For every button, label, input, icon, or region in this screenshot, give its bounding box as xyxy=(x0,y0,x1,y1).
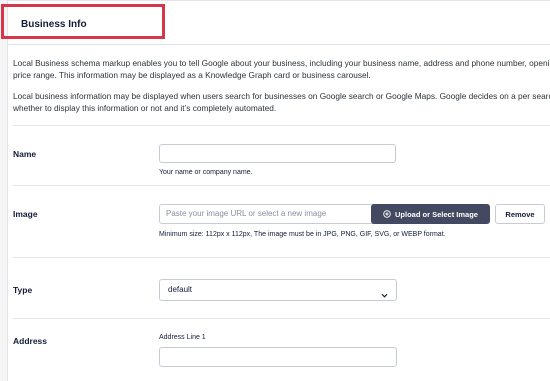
description-line: whether to display this information or n… xyxy=(13,103,277,113)
address-line1-label: Address Line 1 xyxy=(159,334,206,341)
address-label: Address xyxy=(13,336,48,346)
divider xyxy=(13,318,550,319)
plus-circle-icon xyxy=(383,210,391,218)
divider xyxy=(13,125,550,126)
name-label: Name xyxy=(13,149,37,159)
divider xyxy=(13,185,550,186)
description-line: Local Business schema markup enables you… xyxy=(13,58,550,68)
chevron-down-icon xyxy=(381,287,388,298)
type-select-value: default xyxy=(168,285,193,294)
upload-image-button[interactable]: Upload or Select Image xyxy=(371,204,490,224)
image-url-input[interactable]: Paste your image URL or select a new ima… xyxy=(159,204,379,224)
type-select[interactable]: default xyxy=(159,279,397,301)
divider xyxy=(13,257,550,258)
name-help-text: Your name or company name. xyxy=(159,169,253,176)
description-line: Local business information may be displa… xyxy=(13,91,550,101)
type-label: Type xyxy=(13,285,33,295)
upload-button-label: Upload or Select Image xyxy=(395,209,478,219)
name-input[interactable] xyxy=(159,144,396,163)
remove-image-button[interactable]: Remove xyxy=(495,204,545,224)
image-label: Image xyxy=(13,209,38,219)
highlight-annotation xyxy=(1,4,165,39)
address-line1-input[interactable] xyxy=(159,347,397,367)
image-help-text: Minimum size: 112px x 112px, The image m… xyxy=(159,231,446,238)
description-line: price range. This information may be dis… xyxy=(13,70,371,80)
